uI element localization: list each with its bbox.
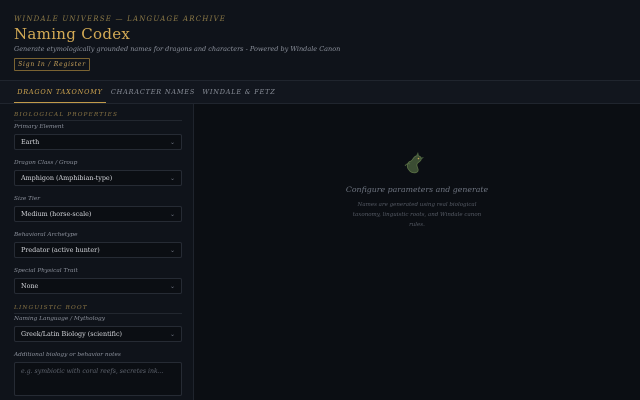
dragon-icon xyxy=(404,152,424,174)
section-divider xyxy=(14,313,182,314)
chevron-down-icon: ⌄ xyxy=(169,331,175,338)
app-header: WINDALE UNIVERSE — LANGUAGE ARCHIVE Nami… xyxy=(0,0,640,81)
empty-state-text: Names are generated using real biologica… xyxy=(352,202,482,228)
chevron-down-icon: ⌄ xyxy=(169,283,175,290)
sign-in-button[interactable]: Sign In / Register xyxy=(14,58,90,71)
chevron-down-icon: ⌄ xyxy=(169,247,175,254)
tab-character-names[interactable]: CHARACTER NAMES xyxy=(110,81,196,103)
behavioral-archetype-select[interactable]: Predator (active hunter) ⌄ xyxy=(14,242,182,258)
section-linguistic-root: LINGUISTIC ROOT xyxy=(14,305,88,311)
primary-element-select[interactable]: Earth ⌄ xyxy=(14,134,182,150)
naming-language-select[interactable]: Greek/Latin Biology (scientific) ⌄ xyxy=(14,326,182,342)
primary-element-label: Primary Element xyxy=(14,124,64,130)
size-tier-select[interactable]: Medium (horse-scale) ⌄ xyxy=(14,206,182,222)
tab-bar: DRAGON TAXONOMY CHARACTER NAMES WINDALE … xyxy=(0,81,640,104)
dragon-class-value: Amphigon (Amphibian-type) xyxy=(21,174,113,182)
notes-label: Additional biology or behavior notes xyxy=(14,352,121,358)
naming-language-label: Naming Language / Mythology xyxy=(14,316,105,322)
behavioral-archetype-value: Predator (active hunter) xyxy=(21,246,100,254)
special-trait-select[interactable]: None ⌄ xyxy=(14,278,182,294)
chevron-down-icon: ⌄ xyxy=(169,139,175,146)
behavioral-archetype-label: Behavioral Archetype xyxy=(14,232,78,238)
page-subtitle: Generate etymologically grounded names f… xyxy=(14,45,341,53)
size-tier-label: Size Tier xyxy=(14,196,41,202)
section-biological-properties: BIOLOGICAL PROPERTIES xyxy=(14,112,119,118)
chevron-down-icon: ⌄ xyxy=(169,211,175,218)
tab-windale-fetz[interactable]: WINDALE & FETZ xyxy=(200,81,278,103)
naming-language-value: Greek/Latin Biology (scientific) xyxy=(21,330,123,338)
dragon-class-select[interactable]: Amphigon (Amphibian-type) ⌄ xyxy=(14,170,182,186)
empty-state-title: Configure parameters and generate xyxy=(345,185,489,194)
notes-textarea[interactable]: e.g. symbiotic with coral reefs, secrete… xyxy=(14,362,182,396)
results-panel: Configure parameters and generate Names … xyxy=(194,104,640,400)
size-tier-value: Medium (horse-scale) xyxy=(21,210,92,218)
header-kicker: WINDALE UNIVERSE — LANGUAGE ARCHIVE xyxy=(14,15,227,23)
tab-dragon-taxonomy[interactable]: DRAGON TAXONOMY xyxy=(14,81,106,103)
special-trait-value: None xyxy=(21,282,39,290)
special-trait-label: Special Physical Trait xyxy=(14,268,78,274)
chevron-down-icon: ⌄ xyxy=(169,175,175,182)
dragon-class-label: Dragon Class / Group xyxy=(14,160,78,166)
primary-element-value: Earth xyxy=(21,138,40,146)
page-title: Naming Codex xyxy=(14,25,131,43)
section-divider xyxy=(14,120,182,121)
